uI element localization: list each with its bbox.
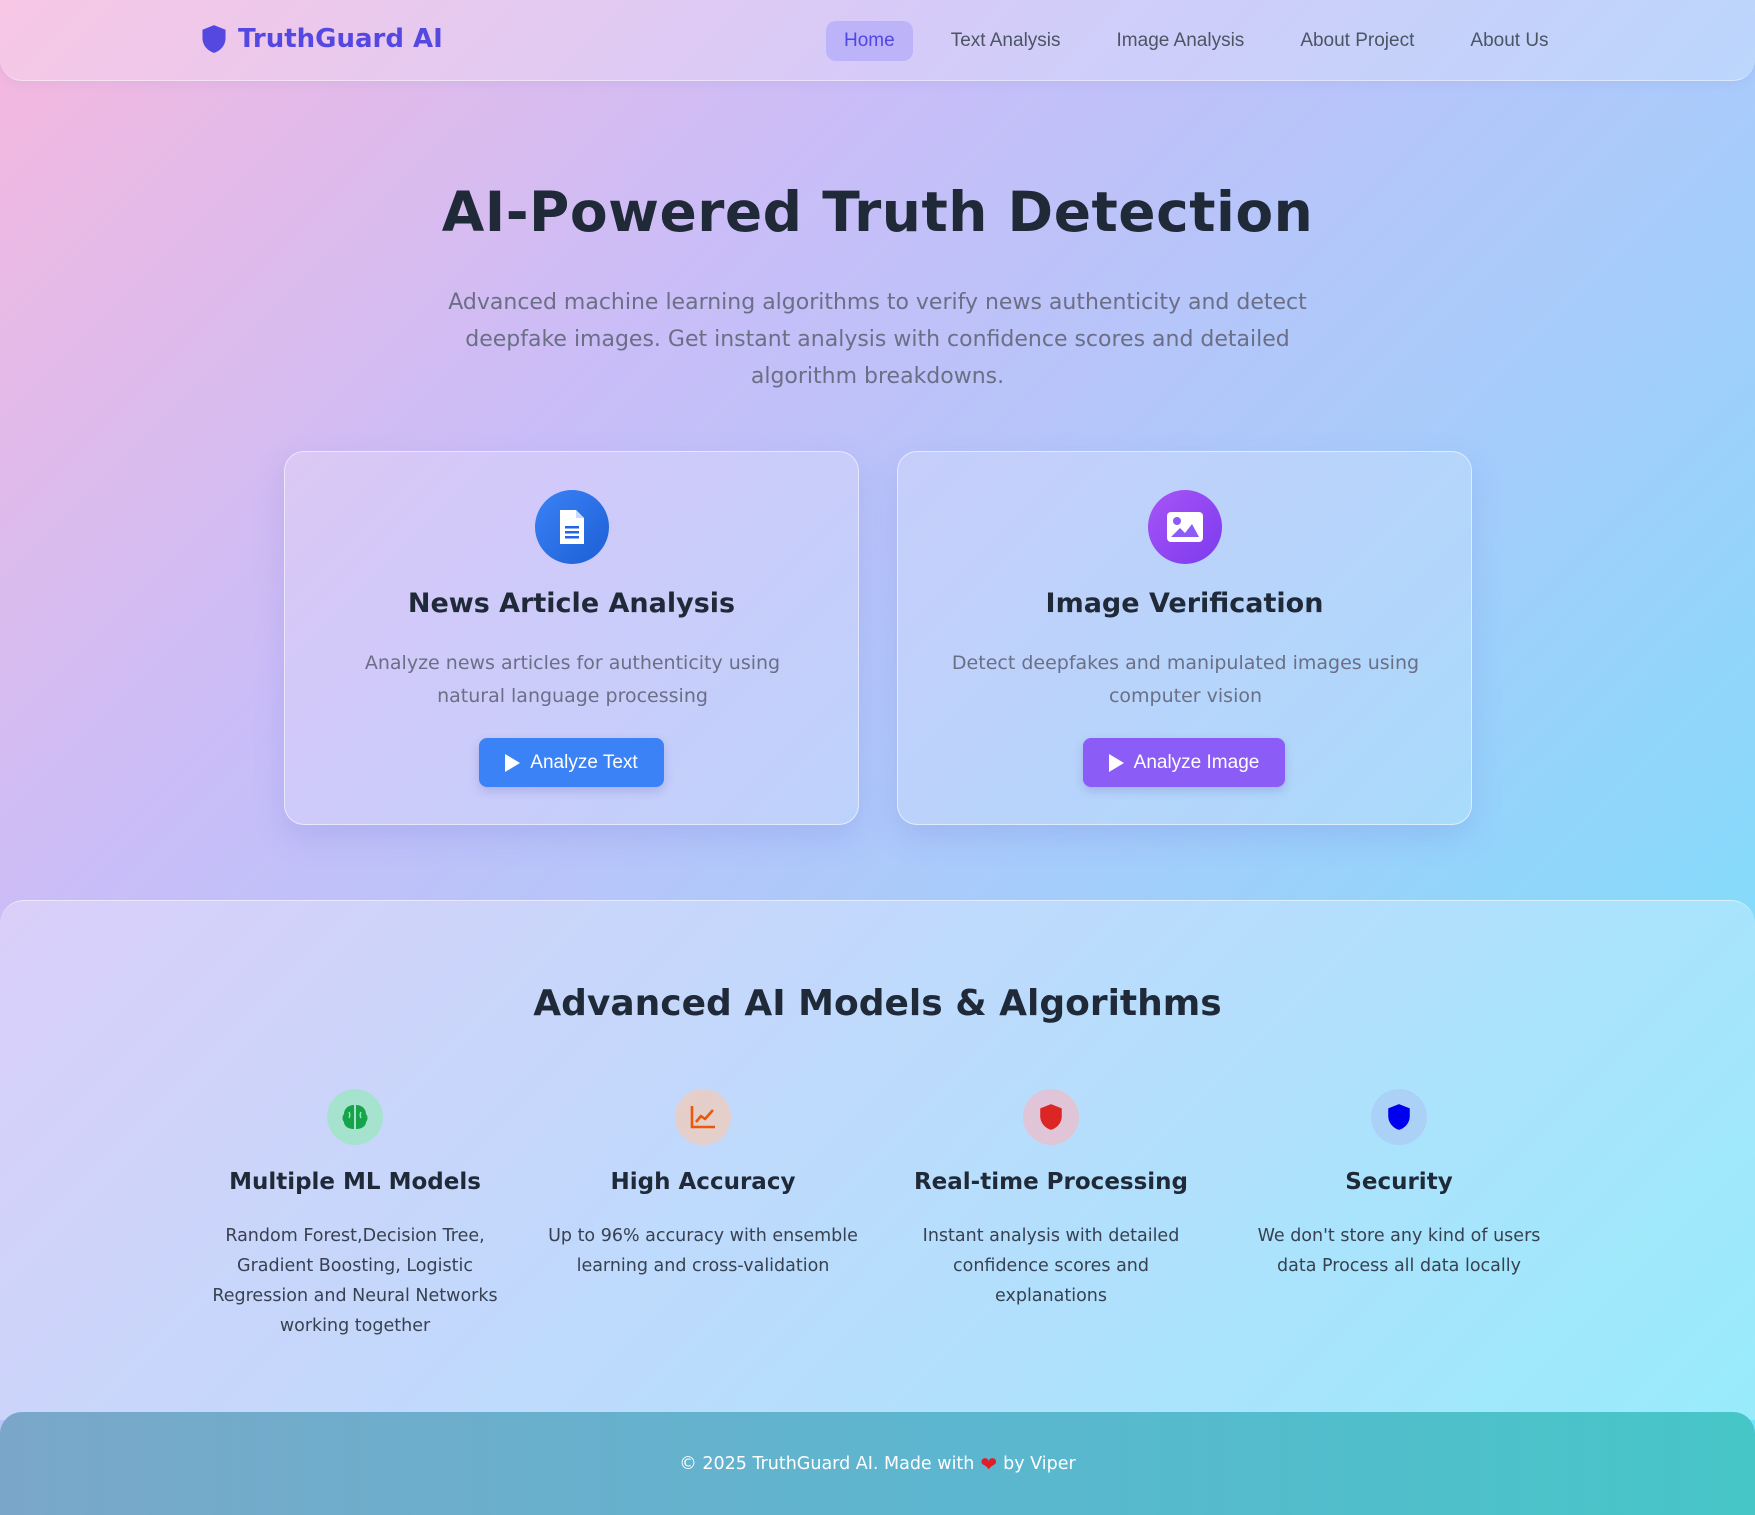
navbar: TruthGuard AI Home Text Analysis Image A… xyxy=(0,0,1755,81)
document-icon xyxy=(560,510,584,544)
nav-image-analysis[interactable]: Image Analysis xyxy=(1099,21,1263,61)
feature-title: Real-time Processing xyxy=(913,1169,1189,1195)
brain-icon xyxy=(342,1105,368,1129)
footer: © 2025 TruthGuard AI. Made with ❤ by Vip… xyxy=(0,1412,1755,1515)
brand-name: TruthGuard AI xyxy=(238,24,443,54)
image-icon xyxy=(1167,512,1203,542)
image-icon-badge xyxy=(1148,490,1222,564)
play-icon xyxy=(505,753,521,772)
feature-title: Multiple ML Models xyxy=(229,1169,481,1195)
feature-description: Instant analysis with detailed confidenc… xyxy=(922,1226,1180,1306)
footer-copyright: © 2025 TruthGuard AI. Made with xyxy=(679,1454,975,1474)
feature-description: Random Forest,Decision Tree, Gradient Bo… xyxy=(212,1226,498,1336)
card-description: Detect deepfakes and manipulated images … xyxy=(951,652,1420,707)
shield-icon-badge xyxy=(1371,1089,1427,1145)
features-title: Advanced AI Models & Algorithms xyxy=(533,983,1222,1024)
nav-text-analysis[interactable]: Text Analysis xyxy=(933,21,1079,61)
chart-line-icon-badge xyxy=(675,1089,731,1145)
hero-subtitle: Advanced machine learning algorithms to … xyxy=(448,290,1307,389)
document-icon-badge xyxy=(535,490,609,564)
footer-text: © 2025 TruthGuard AI. Made with ❤ by Vip… xyxy=(0,1452,1755,1476)
analyze-text-label: Analyze Text xyxy=(530,751,638,773)
analyze-text-button[interactable]: Analyze Text xyxy=(479,738,664,787)
news-analysis-card: News Article Analysis Analyze news artic… xyxy=(284,451,859,825)
chart-line-icon xyxy=(690,1106,715,1129)
card-description: Analyze news articles for authenticity u… xyxy=(364,652,781,707)
feature-description: Up to 96% accuracy with ensemble learnin… xyxy=(548,1226,858,1276)
nav-about-us[interactable]: About Us xyxy=(1452,21,1566,61)
shield-icon-badge xyxy=(1023,1089,1079,1145)
heart-icon: ❤ xyxy=(980,1452,998,1476)
feature-description: We don't store any kind of users data Pr… xyxy=(1257,1226,1541,1276)
brain-icon-badge xyxy=(327,1089,383,1145)
feature-title: High Accuracy xyxy=(610,1169,796,1195)
nav-about-project[interactable]: About Project xyxy=(1282,21,1432,61)
analyze-image-button[interactable]: Analyze Image xyxy=(1083,738,1285,787)
shield-icon xyxy=(202,25,226,53)
analyze-image-label: Analyze Image xyxy=(1133,751,1260,773)
image-verification-card: Image Verification Detect deepfakes and … xyxy=(897,451,1472,825)
card-title: Image Verification xyxy=(1045,588,1324,619)
shield-icon xyxy=(1388,1104,1410,1130)
nav-home[interactable]: Home xyxy=(826,21,913,61)
hero-title: AI-Powered Truth Detection xyxy=(441,180,1314,244)
play-icon xyxy=(1108,753,1124,772)
features-section: Advanced AI Models & Algorithms Multiple… xyxy=(0,900,1755,1420)
feature-title: Security xyxy=(1345,1169,1453,1195)
footer-author: by Viper xyxy=(1003,1454,1076,1474)
brand-logo[interactable]: TruthGuard AI xyxy=(200,24,443,54)
card-title: News Article Analysis xyxy=(407,588,736,619)
main-nav: Home Text Analysis Image Analysis About … xyxy=(826,21,1587,61)
shield-icon xyxy=(1040,1104,1062,1130)
